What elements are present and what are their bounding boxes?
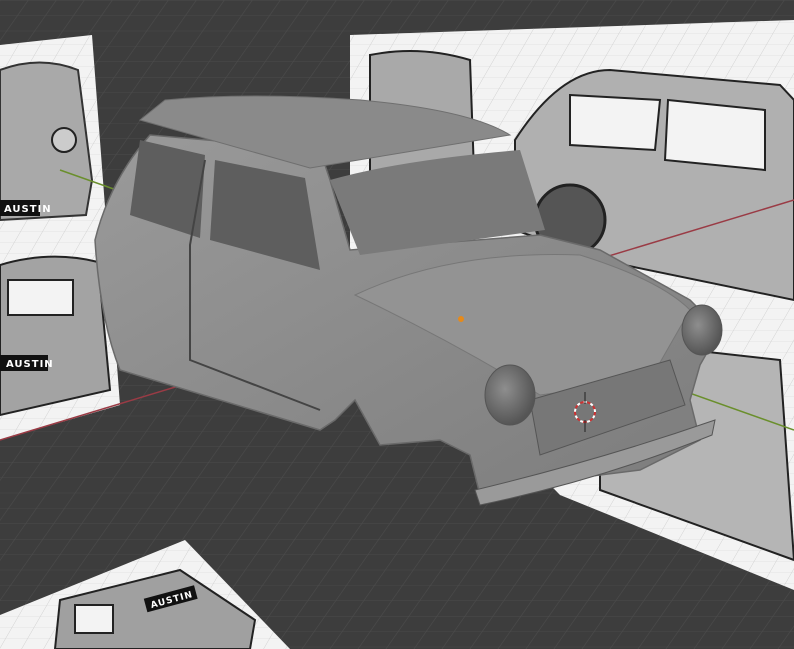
object-origin-icon[interactable] [458,316,464,322]
left-headlight [484,364,536,426]
right-headlight [681,304,723,356]
rear-plate-text: AUSTIN [6,359,54,370]
scene[interactable]: AUSTIN AUSTIN AUSTIN [0,0,794,649]
front-view-drawing [0,61,94,222]
3d-viewport[interactable]: AUSTIN AUSTIN AUSTIN [0,0,794,649]
front-plate-text: AUSTIN [4,204,52,215]
